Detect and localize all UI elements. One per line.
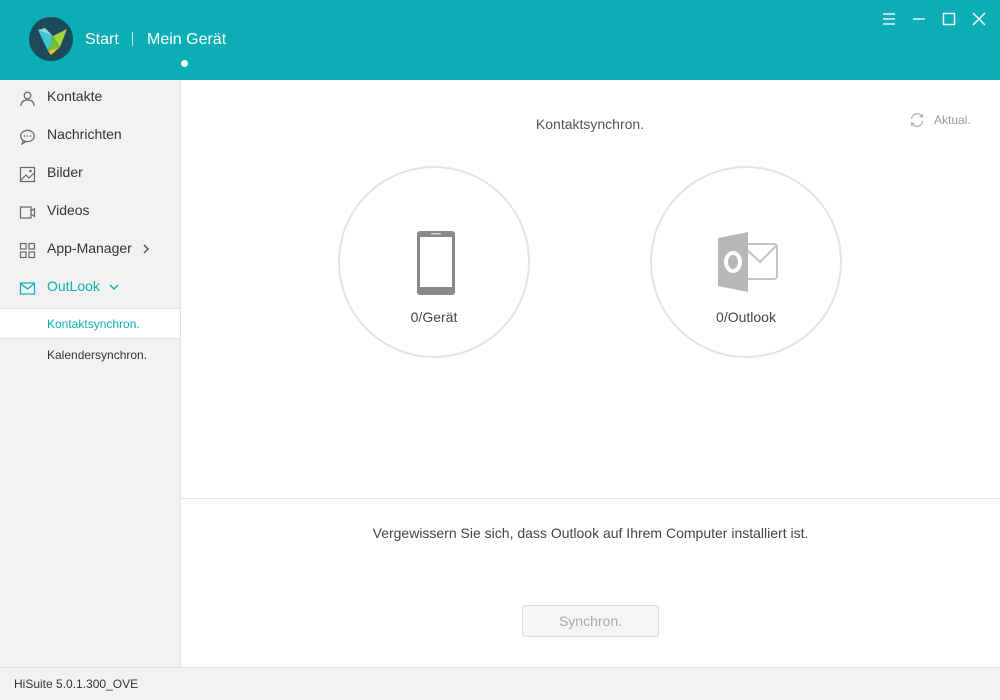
sidebar: Kontakte Nachrichten Bilder Videos App-M… <box>0 80 181 667</box>
nav-my-device[interactable]: Mein Gerät <box>147 31 226 49</box>
content-divider <box>181 498 1000 499</box>
grid-icon <box>19 242 36 259</box>
info-message: Vergewissern Sie sich, dass Outlook auf … <box>372 525 809 541</box>
version-label: HiSuite 5.0.1.300_OVE <box>14 677 139 691</box>
outlook-count-label: 0/Outlook <box>716 309 776 325</box>
sidebar-subitem-label: Kalendersynchron. <box>47 348 148 362</box>
sidebar-subitem-label: Kontaktsynchron. <box>47 317 140 331</box>
refresh-icon <box>908 111 926 129</box>
sync-button[interactable]: Synchron. <box>522 605 659 637</box>
sidebar-item-contacts[interactable]: Kontakte <box>0 80 180 118</box>
minimize-icon[interactable] <box>910 10 928 28</box>
image-icon <box>19 166 36 183</box>
sidebar-item-label: Bilder <box>47 164 83 180</box>
refresh-label: Aktual. <box>934 113 971 127</box>
status-bar: HiSuite 5.0.1.300_OVE <box>0 667 1000 700</box>
device-count-label: 0/Gerät <box>410 309 458 325</box>
outlook-circle: 0/Outlook <box>650 166 842 358</box>
chevron-right-icon <box>140 243 152 255</box>
close-icon[interactable] <box>970 10 988 28</box>
chevron-down-icon <box>108 281 120 293</box>
sidebar-item-label: App-Manager <box>47 240 132 256</box>
outlook-icon <box>716 232 780 292</box>
sidebar-item-app-manager[interactable]: App-Manager <box>0 232 180 270</box>
sidebar-item-label: Nachrichten <box>47 126 122 142</box>
menu-icon[interactable] <box>880 10 898 28</box>
nav-start[interactable]: Start <box>85 31 119 49</box>
maximize-icon[interactable] <box>940 10 958 28</box>
sidebar-item-messages[interactable]: Nachrichten <box>0 118 180 156</box>
mail-icon <box>19 280 36 297</box>
sidebar-item-videos[interactable]: Videos <box>0 194 180 232</box>
chat-bubble-icon <box>19 128 36 145</box>
nav-separator <box>132 32 133 46</box>
device-circle: 0/Gerät <box>338 166 530 358</box>
sidebar-item-pictures[interactable]: Bilder <box>0 156 180 194</box>
sidebar-subitem-calendar-sync[interactable]: Kalendersynchron. <box>0 340 180 371</box>
title-bar: Start Mein Gerät <box>0 0 1000 80</box>
sidebar-item-label: Kontakte <box>47 88 103 104</box>
sidebar-item-label: Videos <box>47 202 90 218</box>
video-icon <box>19 204 36 221</box>
nav-active-indicator <box>181 60 188 67</box>
sidebar-subitem-contact-sync[interactable]: Kontaktsynchron. <box>0 308 180 339</box>
page-title: Kontaktsynchron. <box>535 116 645 132</box>
phone-icon <box>416 230 456 296</box>
person-icon <box>19 90 36 107</box>
sidebar-item-label: OutLook <box>47 278 100 294</box>
hisuite-logo[interactable] <box>29 17 73 61</box>
sidebar-item-outlook[interactable]: OutLook <box>0 270 180 308</box>
